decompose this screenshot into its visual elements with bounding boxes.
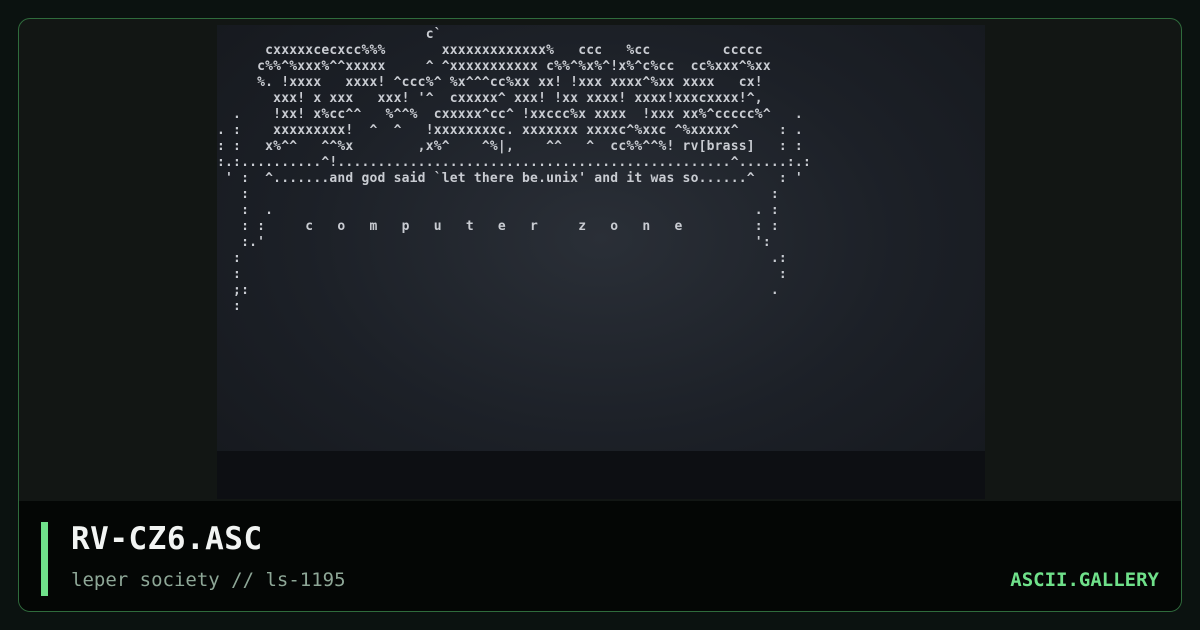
file-title: RV-CZ6.ASC: [71, 521, 263, 557]
site-brand[interactable]: ASCII.GALLERY: [1010, 569, 1159, 591]
file-subtitle: leper society // ls-1195: [71, 569, 346, 591]
caption-bar: RV-CZ6.ASC leper society // ls-1195 ASCI…: [19, 501, 1181, 611]
art-panel-footer: [217, 451, 985, 499]
ascii-artwork: c` cxxxxxcecxcc%%% xxxxxxxxxxxxx% ccc %c…: [217, 27, 811, 314]
ascii-art-panel: c` cxxxxxcecxcc%%% xxxxxxxxxxxxx% ccc %c…: [217, 25, 985, 499]
accent-bar: [41, 522, 48, 596]
card-frame: c` cxxxxxcecxcc%%% xxxxxxxxxxxxx% ccc %c…: [18, 18, 1182, 612]
